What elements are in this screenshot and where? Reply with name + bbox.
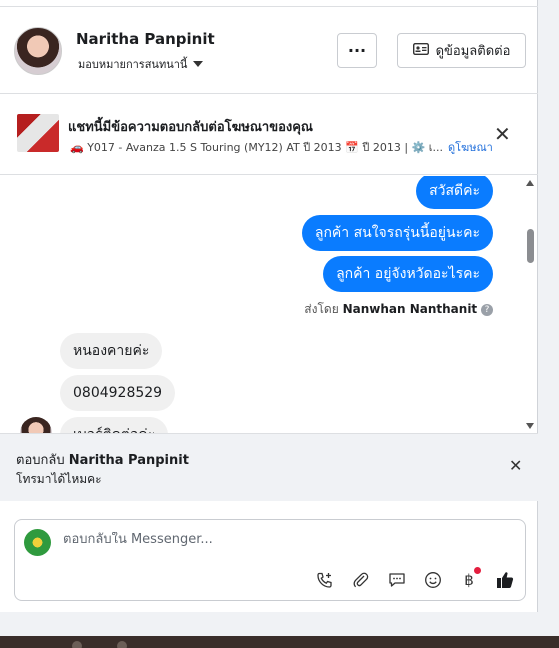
incoming-message[interactable]: เบอร์ติดต่อค่ะ <box>60 417 169 433</box>
assign-conversation-dropdown[interactable]: มอบหมายการสนทนานี้ <box>78 55 204 73</box>
contact-name[interactable]: Naritha Panpinit <box>76 30 215 48</box>
contact-card-icon <box>412 42 429 59</box>
reply-title: ตอบกลับ Naritha Panpinit <box>16 449 189 470</box>
chat-panel: Naritha Panpinit มอบหมายการสนทนานี้ ··· … <box>0 0 538 612</box>
notification-dot <box>474 567 481 574</box>
baht-icon[interactable]: ฿ <box>455 566 483 594</box>
scrollbar-thumb[interactable] <box>527 229 534 263</box>
attachment-icon[interactable] <box>347 566 375 594</box>
scroll-up-icon[interactable] <box>526 180 534 186</box>
quoted-message: โทรมาได้ไหมคะ <box>16 472 102 486</box>
outgoing-message[interactable]: สวัสดีค่ะ <box>416 176 493 209</box>
message-input[interactable] <box>63 532 503 547</box>
page-gutter <box>538 0 559 636</box>
saved-reply-icon[interactable] <box>383 566 411 594</box>
ad-banner-title: แชทนี้มีข้อความตอบกลับต่อโฆษณาของคุณ <box>68 120 313 135</box>
sent-by-prefix: ส่งโดย <box>304 302 339 316</box>
assign-label: มอบหมายการสนทนานี้ <box>78 58 188 71</box>
emoji-icon[interactable] <box>419 566 447 594</box>
sender-avatar <box>20 417 52 433</box>
sent-by-label: ส่งโดย Nanwhan Nanthanit ? <box>304 300 493 319</box>
ad-reply-banner: แชทนี้มีข้อความตอบกลับต่อโฆษณาของคุณ 🚗 Y… <box>0 95 538 175</box>
more-options-button[interactable]: ··· <box>337 33 377 68</box>
like-icon[interactable] <box>491 566 519 594</box>
phone-add-icon[interactable] <box>311 566 339 594</box>
os-taskbar <box>0 636 559 648</box>
reply-prefix: ตอบกลับ <box>16 453 65 468</box>
message-thread: สวัสดีค่ะ ลูกค้า สนใจรถรุ่นนี้อยู่นะคะ ล… <box>0 176 538 433</box>
page-background <box>0 612 538 636</box>
composer-toolbar: ฿ <box>311 566 519 594</box>
ad-description-text: 🚗 Y017 - Avanza 1.5 S Touring (MY12) AT … <box>70 141 443 154</box>
cancel-reply-icon[interactable]: ✕ <box>509 458 522 474</box>
thread-scrollbar[interactable] <box>523 176 538 433</box>
taskbar-icon[interactable] <box>117 641 127 648</box>
incoming-message[interactable]: หนองคายค่ะ <box>60 333 163 369</box>
sent-by-name: Nanwhan Nanthanit <box>342 302 478 316</box>
ad-thumbnail[interactable] <box>17 114 59 152</box>
help-icon[interactable]: ? <box>481 303 493 316</box>
taskbar-icon[interactable] <box>72 641 82 648</box>
reply-to-name: Naritha Panpinit <box>68 453 189 468</box>
view-contact-button[interactable]: ดูข้อมูลติดต่อ <box>397 33 526 68</box>
outgoing-message[interactable]: ลูกค้า สนใจรถรุ่นนี้อยู่นะคะ <box>301 215 493 251</box>
view-contact-label: ดูข้อมูลติดต่อ <box>435 44 511 59</box>
incoming-message[interactable]: 0804928529 <box>60 375 176 411</box>
message-composer: ฿ <box>14 519 526 601</box>
page-avatar <box>24 529 51 556</box>
caret-down-icon <box>193 61 204 67</box>
reply-context-bar: ตอบกลับ Naritha Panpinit โทรมาได้ไหมคะ ✕ <box>0 433 538 501</box>
scroll-down-icon[interactable] <box>526 423 534 429</box>
view-ad-link[interactable]: ดูโฆษณา <box>448 138 493 156</box>
outgoing-message[interactable]: ลูกค้า อยู่จังหวัดอะไรคะ <box>323 256 493 292</box>
conversation-header: Naritha Panpinit มอบหมายการสนทนานี้ ··· … <box>0 6 538 94</box>
contact-avatar[interactable] <box>14 27 62 75</box>
ad-banner-description: 🚗 Y017 - Avanza 1.5 S Touring (MY12) AT … <box>70 138 510 156</box>
baht-glyph: ฿ <box>464 571 474 589</box>
close-banner-icon[interactable]: ✕ <box>494 124 511 144</box>
